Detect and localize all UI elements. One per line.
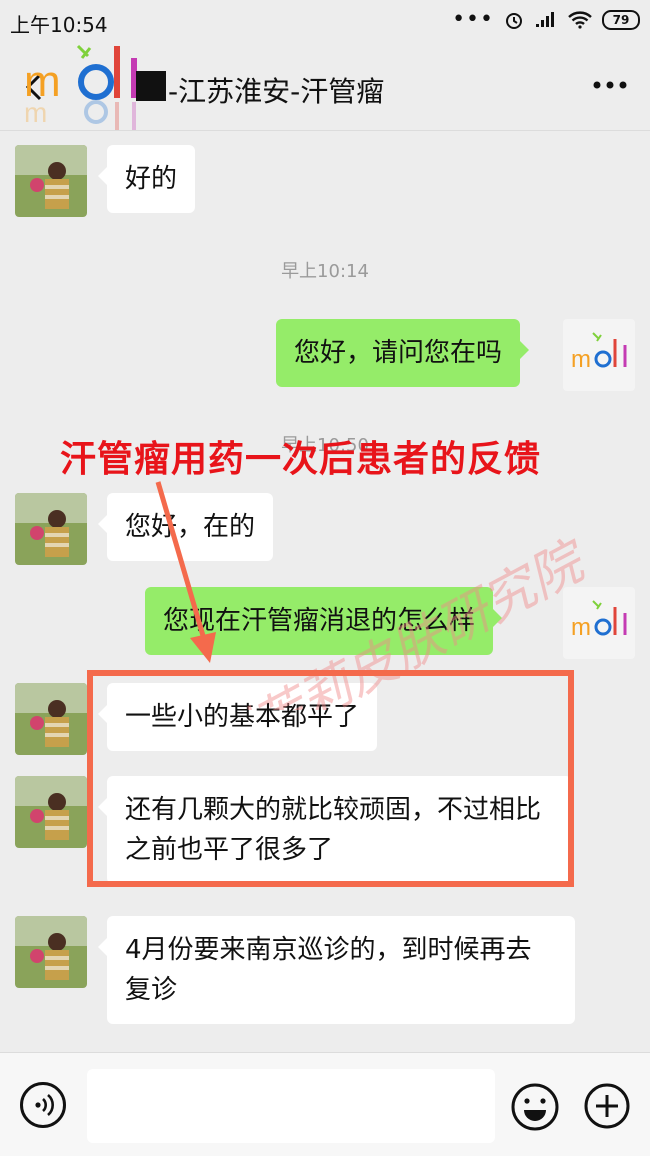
- svg-text:m: m: [24, 97, 47, 128]
- voice-icon[interactable]: [20, 1082, 66, 1128]
- notification-dots-icon: •••: [452, 7, 494, 32]
- plus-icon[interactable]: [583, 1082, 631, 1130]
- message-input[interactable]: [87, 1069, 495, 1143]
- battery-icon: 79: [602, 10, 640, 30]
- svg-text:m: m: [571, 614, 591, 641]
- chat-area[interactable]: 好的 早上10:14 您好，请问您在吗 m 早上10:50 您好，在的 您现在汗…: [0, 131, 650, 1050]
- message-bubble[interactable]: 4月份要来南京巡诊的，到时候再去复诊: [98, 916, 575, 1024]
- message-timestamp: 早上10:14: [281, 261, 369, 282]
- status-time: 上午10:54: [10, 13, 108, 37]
- input-bar: [0, 1052, 650, 1156]
- chat-header: m m -江苏淮安-汗管瘤: [0, 44, 650, 131]
- moli-logo: m m: [24, 44, 137, 130]
- emoji-icon[interactable]: [510, 1082, 560, 1132]
- contact-avatar[interactable]: [15, 683, 87, 755]
- svg-text:m: m: [571, 346, 591, 373]
- status-bar: 上午10:54 ••• 79: [0, 0, 650, 44]
- contact-avatar[interactable]: [15, 493, 87, 565]
- message-bubble[interactable]: 好的: [97, 145, 196, 213]
- redacted-name: [136, 71, 166, 101]
- wifi-icon: [568, 11, 592, 29]
- more-dots-icon[interactable]: [592, 80, 628, 90]
- arrow-annotation: [155, 481, 216, 663]
- alarm-icon: [506, 13, 522, 29]
- message-bubble-outgoing[interactable]: 您好，请问您在吗: [276, 319, 530, 387]
- contact-avatar[interactable]: [15, 916, 87, 988]
- status-icons: ••• 79: [452, 7, 640, 32]
- moli-avatar[interactable]: m: [563, 587, 635, 659]
- highlight-box: [87, 670, 574, 887]
- contact-avatar[interactable]: [15, 776, 87, 848]
- contact-avatar[interactable]: [15, 145, 87, 217]
- signal-icon: [536, 12, 554, 27]
- moli-avatar[interactable]: m: [563, 319, 635, 391]
- chat-title: -江苏淮安-汗管瘤: [168, 75, 385, 108]
- annotation-caption: 汗管瘤用药一次后患者的反馈: [60, 439, 542, 480]
